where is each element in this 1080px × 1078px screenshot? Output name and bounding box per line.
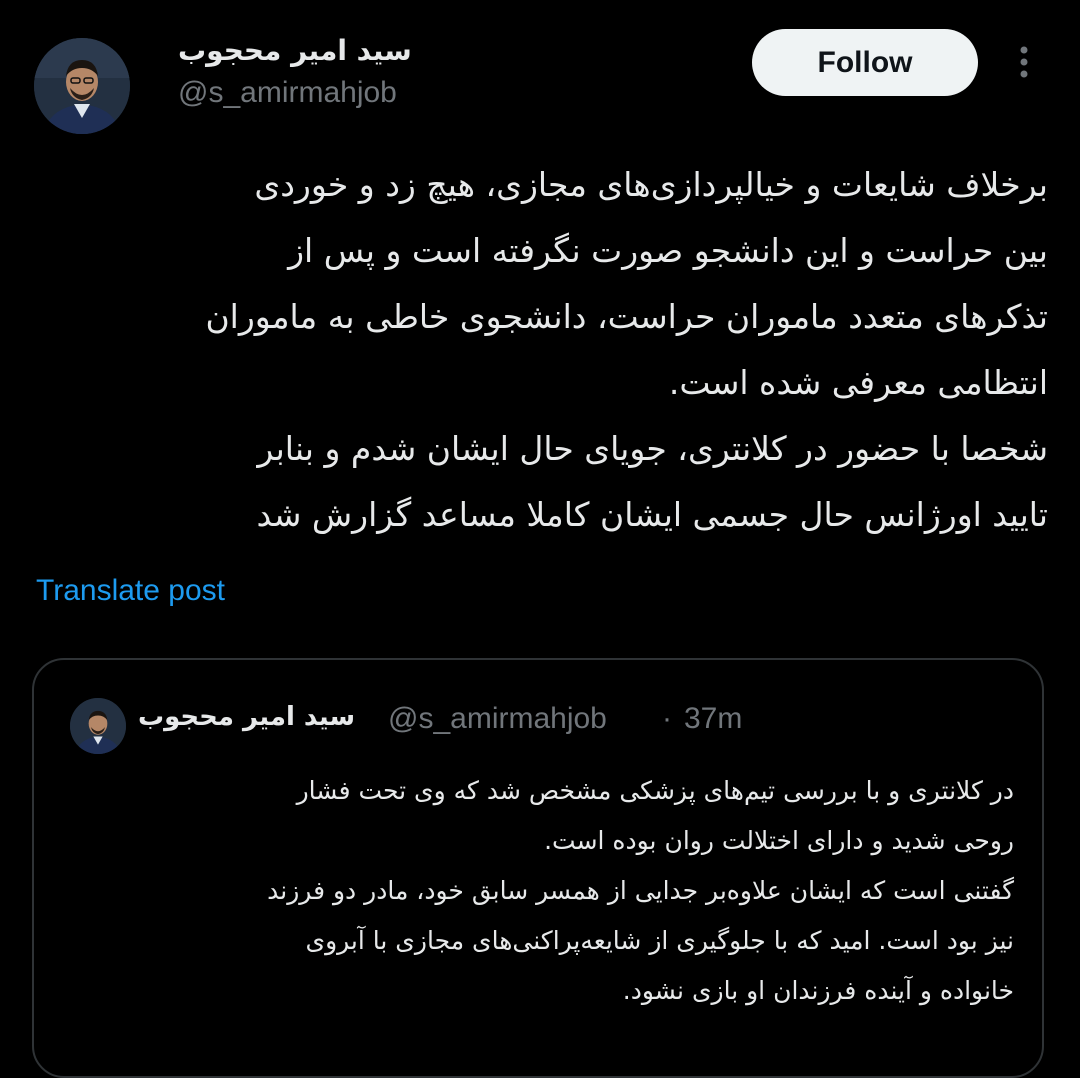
post-line: تایید اورژانس حال جسمی ایشان کاملا مساعد… (256, 495, 1048, 534)
post-line: شخصا با حضور در کلانتری، جویای حال ایشان… (257, 429, 1048, 468)
follow-button[interactable]: Follow (752, 29, 978, 96)
quoted-line: روحی شدید و دارای اختلالت روان بوده است. (544, 826, 1014, 855)
more-vertical-icon[interactable] (1012, 44, 1036, 80)
avatar-photo-icon (70, 698, 126, 754)
post-text: برخلاف شایعات و خیالپردازی‌های مجازی، هی… (30, 152, 1048, 548)
post-line: بین حراست و این دانشجو صورت نگرفته است و… (288, 231, 1048, 270)
quoted-handle[interactable]: @s_amirmahjob (388, 702, 607, 736)
quoted-text: در کلانتری و با بررسی تیم‌های پزشکی مشخص… (70, 766, 1014, 1016)
meta-separator: · (662, 702, 672, 735)
quoted-display-name[interactable]: سید امیر محجوب (138, 702, 355, 732)
translate-post-link[interactable]: Translate post (36, 574, 225, 608)
quoted-timestamp[interactable]: 37m (684, 702, 742, 736)
quoted-avatar[interactable] (70, 698, 126, 754)
avatar[interactable] (34, 38, 130, 134)
avatar-photo-icon (34, 38, 130, 134)
post-line: تذکرهای متعدد ماموران حراست، دانشجوی خاط… (205, 297, 1048, 336)
quoted-line: در کلانتری و با بررسی تیم‌های پزشکی مشخص… (296, 776, 1014, 805)
quoted-line: نیز بود است. امید که با جلوگیری از شایعه… (305, 926, 1015, 955)
author-display-name[interactable]: سید امیر محجوب (178, 34, 412, 67)
post-line: برخلاف شایعات و خیالپردازی‌های مجازی، هی… (254, 165, 1048, 204)
quoted-line: گفتنی است که ایشان علاوه‌بر جدایی از همس… (267, 876, 1014, 905)
quoted-line: خانواده و آینده فرزندان او بازی نشود. (622, 976, 1014, 1005)
author-handle[interactable]: @s_amirmahjob (178, 76, 397, 110)
post-line: انتظامی معرفی شده است. (668, 363, 1048, 402)
